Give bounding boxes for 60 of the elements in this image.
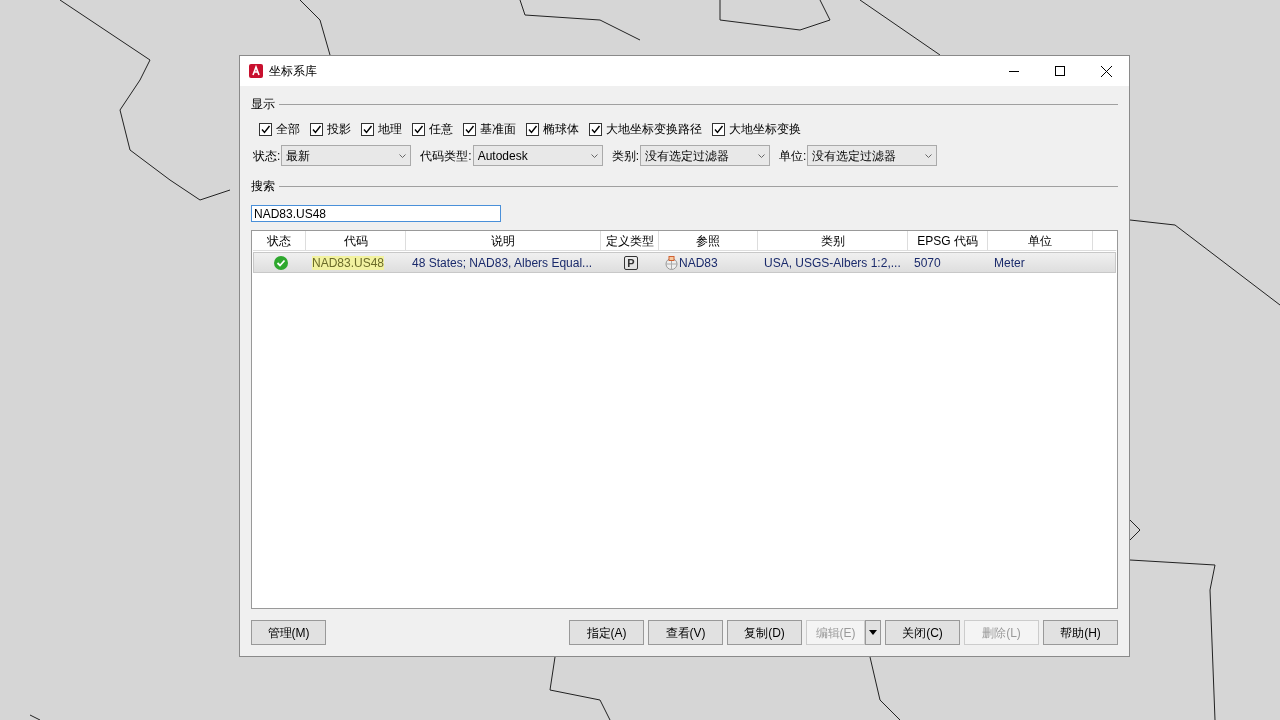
dialog-button[interactable]: 查看(V) [648, 620, 723, 645]
column-header[interactable]: 单位 [988, 231, 1093, 250]
chevron-icon [590, 153, 598, 158]
checkmark-icon [590, 123, 601, 135]
filter-checkbox[interactable]: 基准面 [463, 120, 516, 138]
checkmark-icon [260, 123, 271, 135]
dropdown-label: 状态: [253, 147, 281, 165]
dropdown-label: 代码类型: [420, 147, 472, 165]
filter-checkbox[interactable]: 椭球体 [526, 120, 579, 138]
chevron-icon [399, 153, 407, 158]
definition-type-badge: P [624, 255, 638, 270]
dropdown[interactable]: 最新 [281, 145, 412, 166]
checkmark-icon [362, 123, 373, 135]
checkmark-icon [527, 123, 538, 135]
column-header[interactable]: 状态 [253, 231, 306, 250]
dropdown[interactable]: Autodesk [472, 145, 603, 166]
section-label: 显示 [251, 96, 275, 113]
filter-checkbox[interactable]: 任意 [412, 120, 453, 138]
table-row[interactable]: NAD83.US48 48 States; NAD83, Albers Equal... P NAD83 USA, USGS-Albers 1:2,... 5070 Meter [253, 252, 1116, 273]
checkmark-icon [464, 123, 475, 135]
filter-checkbox[interactable]: 大地坐标变换路径 [589, 120, 702, 138]
table-cell: USA, USGS-Albers 1:2,... [764, 255, 901, 270]
filter-checkbox[interactable]: 投影 [310, 120, 351, 138]
table-cell: NAD83.US48 [312, 255, 385, 270]
dialog-button[interactable]: 复制(D) [727, 620, 802, 645]
column-header[interactable]: 定义类型 [601, 231, 659, 250]
table-cell: 48 States; NAD83, Albers Equal... [412, 255, 593, 270]
dropdown-label: 类别: [611, 147, 640, 165]
section-label: 搜索 [251, 178, 275, 195]
filter-checkbox[interactable]: 全部 [259, 120, 300, 138]
search-field[interactable]: NAD83.US48 [251, 205, 501, 222]
chevron-icon [925, 153, 933, 158]
caret-icon [869, 630, 877, 635]
column-header[interactable]: 类别 [758, 231, 908, 250]
window-title: 坐标系库 [269, 63, 317, 80]
dialog-button[interactable]: 管理(M) [251, 620, 326, 645]
filter-checkbox[interactable]: 地理 [361, 120, 402, 138]
table-cell: 5070 [914, 255, 941, 270]
dialog-button[interactable]: 关闭(C) [885, 620, 960, 645]
checkmark-icon [713, 123, 724, 135]
globe-icon [665, 255, 678, 270]
table-cell: Meter [994, 255, 1025, 270]
app-icon [249, 64, 263, 78]
column-header[interactable]: EPSG 代码 [908, 231, 988, 250]
dropdown[interactable]: 没有选定过滤器 [640, 145, 771, 166]
dropdown[interactable]: 没有选定过滤器 [807, 145, 938, 166]
column-header[interactable]: 参照 [659, 231, 758, 250]
dialog-button[interactable]: 指定(A) [569, 620, 644, 645]
dropdown-button[interactable] [865, 620, 881, 645]
filter-checkbox[interactable]: 大地坐标变换 [712, 120, 801, 138]
dialog-button[interactable]: 帮助(H) [1043, 620, 1118, 645]
close-icon [1100, 65, 1112, 77]
table-cell-text: NAD83 [679, 254, 718, 272]
maximize-icon [1055, 66, 1065, 76]
checkmark-icon [311, 123, 322, 135]
column-header[interactable]: 说明 [406, 231, 601, 250]
chevron-icon [758, 153, 766, 158]
dropdown-label: 单位: [779, 147, 807, 165]
column-header[interactable]: 代码 [306, 231, 406, 250]
checkmark-icon [413, 123, 424, 135]
